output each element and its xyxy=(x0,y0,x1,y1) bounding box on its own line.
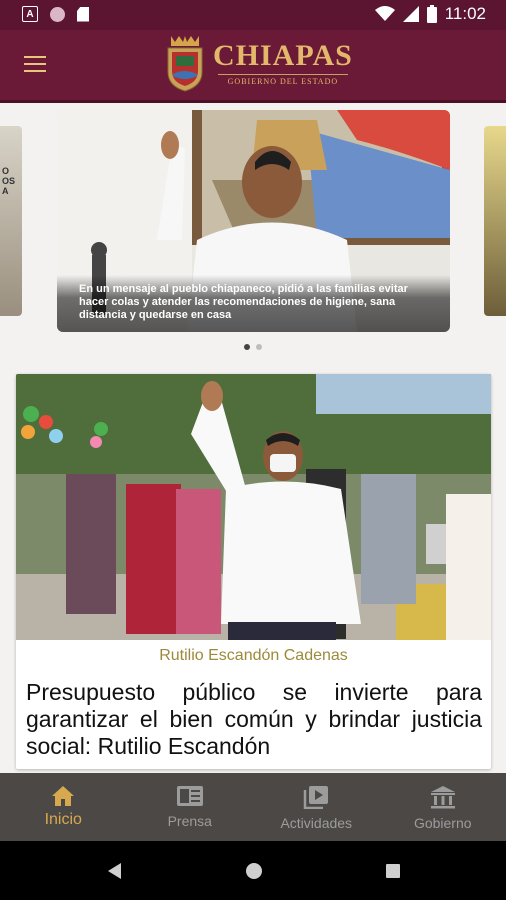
brand-subtitle: GOBIERNO DEL ESTADO xyxy=(227,76,339,86)
nav-label-gobierno: Gobierno xyxy=(413,815,472,831)
carousel-slide[interactable]: En un mensaje al pueblo chiapaneco, pidi… xyxy=(57,110,450,332)
system-navigation-bar xyxy=(0,841,506,900)
slide-caption: En un mensaje al pueblo chiapaneco, pidi… xyxy=(57,275,450,332)
status-system: 11:02 xyxy=(374,4,486,24)
news-author: Rutilio Escandón Cadenas xyxy=(159,647,348,664)
carousel-next-card[interactable] xyxy=(484,126,506,316)
nav-item-inicio[interactable]: Inicio xyxy=(0,773,127,841)
notification-circle-icon xyxy=(50,6,65,22)
newspaper-icon xyxy=(176,786,203,806)
carousel-pagination xyxy=(0,344,506,350)
pagination-dot-active[interactable] xyxy=(244,344,250,350)
chiapas-logo: CHIAPAS GOBIERNO DEL ESTADO xyxy=(165,34,353,92)
brand-text: CHIAPAS GOBIERNO DEL ESTADO xyxy=(213,38,353,86)
news-card[interactable]: Rutilio Escandón Cadenas Presupuesto púb… xyxy=(16,374,491,769)
nav-item-prensa[interactable]: Prensa xyxy=(127,773,254,841)
home-button-icon[interactable] xyxy=(246,863,262,879)
home-icon xyxy=(52,786,75,806)
nav-item-gobierno[interactable]: Gobierno xyxy=(380,773,506,841)
featured-carousel[interactable]: O OS A En un mensaje al pueblo chiapanec… xyxy=(0,110,506,335)
nav-item-actividades[interactable]: Actividades xyxy=(253,773,380,841)
hamburger-menu-icon[interactable] xyxy=(24,56,46,72)
news-photo xyxy=(16,374,491,640)
government-building-icon xyxy=(430,786,455,809)
news-title[interactable]: Presupuesto público se invierte para gar… xyxy=(26,679,482,760)
brand-divider xyxy=(217,73,348,75)
app-bar: CHIAPAS GOBIERNO DEL ESTADO xyxy=(0,30,506,103)
app-notification-icon: A xyxy=(22,6,38,22)
nav-label-actividades: Actividades xyxy=(280,815,353,831)
status-time: 11:02 xyxy=(444,4,486,23)
back-icon[interactable] xyxy=(108,863,121,879)
battery-icon xyxy=(426,5,437,23)
status-notifications: A xyxy=(22,6,89,22)
cell-signal-icon xyxy=(402,6,419,22)
recent-apps-icon[interactable] xyxy=(386,864,400,878)
prev-card-text: O OS A xyxy=(2,166,16,196)
wifi-icon xyxy=(374,6,395,21)
brand-title: CHIAPAS xyxy=(213,38,353,72)
pagination-dot[interactable] xyxy=(256,344,262,350)
bottom-navigation: Inicio Prensa Actividades Gobierno xyxy=(0,773,506,841)
sd-card-icon xyxy=(77,6,89,22)
coat-of-arms-icon xyxy=(167,36,203,92)
nav-label-prensa: Prensa xyxy=(167,813,212,829)
carousel-prev-card[interactable]: O OS A xyxy=(0,126,22,316)
video-library-icon xyxy=(304,786,329,809)
nav-label-inicio: Inicio xyxy=(44,811,82,828)
status-bar: A 11:02 xyxy=(0,0,506,30)
